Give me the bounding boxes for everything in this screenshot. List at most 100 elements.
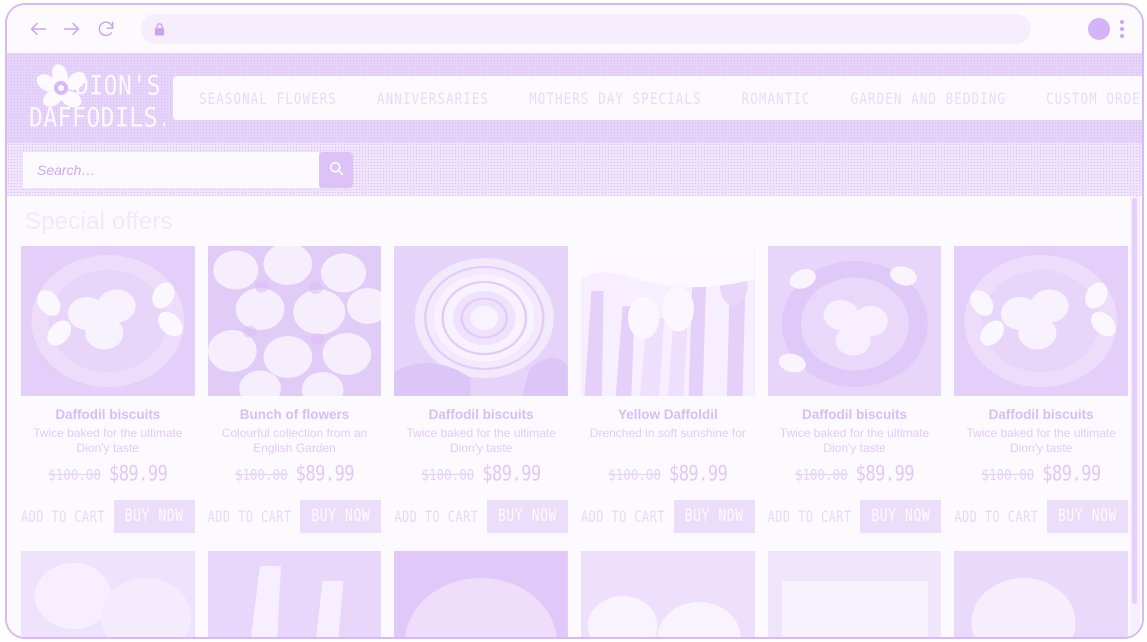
buy-now-button[interactable]: BUY NOW [487, 500, 568, 534]
product-image[interactable] [21, 551, 195, 637]
buy-now-button[interactable]: BUY NOW [860, 500, 942, 534]
price-original: $100.00 [421, 465, 475, 484]
product-title: Daffodil biscuits [428, 407, 534, 422]
product-card[interactable]: Bunch of flowers Colourful collection fr… [207, 246, 382, 534]
product-title: Yellow Daffoldil [617, 407, 718, 422]
price-original: $100.00 [794, 465, 848, 484]
nav-item-mothers-day-specials[interactable]: MOTHERS DAY SPECIALS [509, 89, 722, 108]
product-image[interactable] [394, 551, 568, 637]
price-row: $100.00 $89.99 [208, 462, 382, 487]
profile-avatar[interactable] [1088, 18, 1110, 40]
partial-product-image [21, 551, 195, 637]
product-image[interactable] [954, 551, 1128, 637]
buy-now-label: BUY NOW [684, 506, 744, 527]
scrollbar-thumb[interactable] [1132, 198, 1137, 604]
add-to-cart-button[interactable]: ADD TO CART [394, 508, 478, 526]
add-to-cart-button[interactable]: ADD TO CART [208, 508, 292, 526]
product-card[interactable] [581, 551, 755, 637]
forward-button[interactable] [55, 12, 89, 46]
product-image[interactable] [207, 246, 382, 396]
rose-closeup-image [394, 246, 568, 396]
plate-of-biscuits-with-flowers-image [954, 246, 1128, 396]
buy-now-label: BUY NOW [124, 507, 184, 527]
search-submit-button[interactable] [319, 151, 353, 188]
product-card[interactable] [767, 551, 942, 637]
partial-product-image [954, 551, 1128, 637]
bunch-of-blossoms-image [207, 246, 382, 396]
price-original: $100.00 [234, 465, 288, 484]
search-input[interactable] [23, 151, 319, 188]
card-actions: ADD TO CART BUY NOW [768, 500, 942, 534]
price-row: $100.00 $89.99 [581, 462, 755, 487]
product-grid: Daffodil biscuits Twice baked for the ul… [21, 246, 1128, 637]
card-actions: ADD TO CART BUY NOW [394, 500, 568, 534]
forward-arrow-icon [61, 18, 83, 40]
three-dot-menu-icon[interactable] [1120, 20, 1124, 38]
product-card[interactable] [207, 551, 382, 637]
product-title: Daffodil biscuits [55, 407, 161, 422]
product-card[interactable]: Daffodil biscuits Twice baked for the ul… [21, 246, 195, 534]
card-actions: ADD TO CART BUY NOW [954, 500, 1128, 534]
price-row: $100.00 $89.99 [21, 462, 195, 487]
nav-item-romantic[interactable]: ROMANTIC [722, 89, 831, 108]
nav-item-custom-orders[interactable]: CUSTOM ORDERS [1026, 89, 1142, 108]
add-to-cart-button[interactable]: ADD TO CART [954, 508, 1038, 526]
page-viewport: DION'S DAFFODILS. SEASONAL FLOWERS ANNIV… [7, 53, 1142, 637]
scrollbar-track[interactable] [1130, 196, 1140, 637]
reload-button[interactable] [89, 12, 123, 46]
product-image[interactable] [767, 246, 942, 396]
search-bar [23, 151, 353, 188]
plate-of-biscuits-with-flowers-image [21, 246, 195, 396]
product-card[interactable] [21, 551, 195, 637]
product-image[interactable] [767, 551, 942, 637]
buy-now-button[interactable]: BUY NOW [1047, 500, 1128, 534]
buy-now-button[interactable]: BUY NOW [113, 500, 195, 534]
card-actions: ADD TO CART BUY NOW [208, 500, 382, 534]
nav-item-seasonal-flowers[interactable]: SEASONAL FLOWERS [179, 89, 357, 108]
nav-item-anniversaries[interactable]: ANNIVERSARIES [357, 89, 509, 108]
svg-text:DION'S: DION'S [75, 70, 161, 101]
price-sale: $89.99 [482, 461, 541, 487]
back-button[interactable] [21, 12, 55, 46]
price-row: $100.00 $89.99 [394, 461, 568, 487]
product-image[interactable] [954, 246, 1128, 396]
search-band [7, 143, 1142, 196]
site-logo[interactable]: DION'S DAFFODILS. [25, 61, 165, 135]
product-card[interactable] [394, 551, 568, 637]
nav-item-garden-and-bedding[interactable]: GARDEN AND BEDDING [831, 89, 1026, 108]
buy-now-button[interactable]: BUY NOW [673, 500, 755, 533]
add-to-cart-button[interactable]: ADD TO CART [581, 507, 665, 525]
product-title: Daffodil biscuits [801, 407, 907, 422]
product-description: Colourful collection from an English Gar… [221, 426, 368, 455]
product-image[interactable] [394, 246, 568, 396]
buy-now-label: BUY NOW [311, 507, 371, 527]
price-row: $100.00 $89.99 [954, 462, 1128, 487]
product-image[interactable] [581, 551, 755, 637]
add-to-cart-button[interactable]: ADD TO CART [21, 508, 105, 526]
browser-window: DION'S DAFFODILS. SEASONAL FLOWERS ANNIV… [5, 3, 1144, 639]
product-description: Twice baked for the ultimate Dion'y tast… [779, 426, 930, 455]
product-image[interactable] [581, 246, 755, 396]
price-original: $100.00 [981, 465, 1035, 484]
product-card[interactable]: Yellow Daffoldil Drenched in soft sunshi… [581, 246, 755, 533]
price-sale: $89.99 [855, 461, 915, 487]
product-card[interactable]: Daffodil biscuits Twice baked for the ul… [767, 246, 942, 534]
partial-product-image [767, 551, 942, 637]
add-to-cart-button[interactable]: ADD TO CART [768, 508, 852, 526]
back-arrow-icon [27, 18, 49, 40]
buy-now-label: BUY NOW [1058, 507, 1117, 527]
buy-now-button[interactable]: BUY NOW [300, 500, 382, 534]
main-navigation: SEASONAL FLOWERS ANNIVERSARIES MOTHERS D… [173, 76, 1142, 120]
partial-product-image [207, 551, 382, 637]
product-description: Twice baked for the ultimate Dion'y tast… [966, 426, 1116, 455]
address-bar[interactable] [141, 14, 1031, 44]
buy-now-label: BUY NOW [871, 507, 931, 527]
product-title: Bunch of flowers [239, 407, 350, 422]
reload-icon [96, 19, 116, 39]
product-card[interactable] [954, 551, 1128, 637]
partial-product-image [581, 551, 755, 637]
product-image[interactable] [207, 551, 382, 637]
product-image[interactable] [21, 246, 195, 396]
product-card[interactable]: Daffodil biscuits Twice baked for the ul… [954, 246, 1128, 534]
product-card[interactable]: Daffodil biscuits Twice baked for the ul… [394, 246, 568, 534]
